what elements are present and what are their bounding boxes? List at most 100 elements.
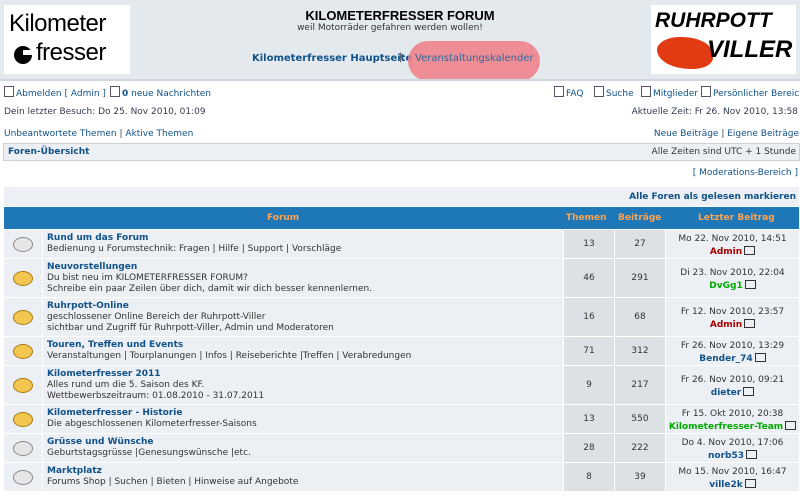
last-post-author[interactable]: Kilometerfresser-Team — [669, 422, 783, 432]
forum-status-icon — [13, 470, 33, 485]
goto-last-post-icon[interactable] — [744, 319, 756, 328]
nav-home-link[interactable]: Kilometerfresser Hauptseite — [252, 53, 412, 64]
ruhrpott-map-icon — [657, 37, 713, 69]
forum-info-cell: Touren, Treffen und Events Veranstaltung… — [43, 337, 563, 365]
forum-title-link[interactable]: Kilometerfresser 2011 — [47, 369, 161, 379]
topics-count: 13 — [583, 414, 595, 424]
personal-link[interactable]: Persönlicher Bereich — [713, 89, 800, 99]
forum-status-cell — [4, 259, 42, 297]
messages-link[interactable]: neue Nachrichten — [131, 89, 211, 99]
forum-title-link[interactable]: Kilometerfresser - Historie — [47, 408, 182, 418]
goto-last-post-icon[interactable] — [744, 246, 756, 255]
last-post-date: Fr 12. Nov 2010, 23:57 — [680, 307, 785, 317]
unanswered-topics-link[interactable]: Unbeantwortete Themen — [4, 129, 117, 139]
faq-item[interactable]: FAQ — [554, 86, 583, 99]
last-post-author[interactable]: norb53 — [708, 451, 744, 461]
last-post-cell: Mo 15. Nov 2010, 16:47 ville2k — [666, 463, 799, 491]
forum-title-link[interactable]: Rund um das Forum — [47, 233, 148, 243]
forum-row[interactable]: Kilometerfresser 2011 Alles rund um die … — [4, 366, 799, 405]
posts-count: 291 — [631, 273, 649, 283]
last-post-author[interactable]: Bender_74 — [699, 354, 752, 364]
members-item[interactable]: Mitglieder — [641, 86, 698, 99]
topics-count: 16 — [583, 312, 595, 322]
personal-item[interactable]: Persönlicher Bereich — [701, 86, 800, 99]
last-post-author[interactable]: DvGg1 — [709, 281, 742, 291]
last-post-author-wrap: Bender_74 — [666, 353, 799, 364]
forum-title-link[interactable]: Neuvorstellungen — [47, 262, 137, 272]
timezone-label: Alle Zeiten sind UTC + 1 Stunde — [651, 147, 796, 157]
posts-count: 27 — [634, 239, 646, 249]
site-header: Kilometer fresser KILOMETERFRESSER FORUM… — [0, 0, 800, 81]
forum-title-link[interactable]: Marktplatz — [47, 466, 102, 476]
last-post-author-wrap: Admin — [666, 319, 799, 330]
last-post-date: Mo 15. Nov 2010, 16:47 — [678, 467, 787, 477]
forum-row[interactable]: Marktplatz Forums Shop | Suchen | Bieten… — [4, 463, 799, 492]
members-link[interactable]: Mitglieder — [653, 89, 698, 99]
search-link[interactable]: Suche — [606, 89, 634, 99]
mark-all-read-link[interactable]: Alle Foren als gelesen markieren — [629, 192, 796, 202]
nav-separator: | — [399, 52, 403, 63]
forum-index-link[interactable]: Foren-Übersicht — [8, 147, 89, 157]
logout-link[interactable]: Abmelden [ Admin ] — [16, 89, 106, 99]
forum-status-cell — [4, 405, 42, 433]
forum-title-link[interactable]: Ruhrpott-Online — [47, 301, 129, 311]
last-post-author[interactable]: dieter — [711, 388, 741, 398]
members-icon — [641, 86, 651, 97]
forum-row[interactable]: Touren, Treffen und Events Veranstaltung… — [4, 337, 799, 366]
goto-last-post-icon[interactable] — [744, 479, 756, 488]
goto-last-post-icon[interactable] — [754, 353, 766, 362]
topics-count: 9 — [586, 380, 592, 390]
topics-count-cell: 13 — [564, 230, 614, 258]
last-post-author[interactable]: ville2k — [709, 480, 742, 490]
last-post-date: Do 4. Nov 2010, 17:06 — [681, 438, 784, 448]
messages-item[interactable]: 0 neue Nachrichten — [110, 86, 211, 99]
topics-count-cell: 71 — [564, 337, 614, 365]
forum-title-link[interactable]: Touren, Treffen und Events — [47, 340, 183, 350]
breadcrumb: Foren-Übersicht Alle Zeiten sind UTC + 1… — [3, 143, 800, 161]
last-post-author[interactable]: Admin — [710, 320, 742, 330]
last-post-author-wrap: norb53 — [666, 450, 799, 461]
forum-row[interactable]: Ruhrpott-Online geschlossener Online Ber… — [4, 298, 799, 337]
last-post-author-wrap: DvGg1 — [666, 280, 799, 291]
last-post-cell: Fr 12. Nov 2010, 23:57 Admin — [666, 298, 799, 336]
mark-read-bar: Alle Foren als gelesen markieren — [4, 187, 799, 206]
forum-status-cell — [4, 366, 42, 404]
search-item[interactable]: Suche — [594, 86, 634, 99]
topics-count-cell: 46 — [564, 259, 614, 297]
own-posts-link[interactable]: Eigene Beiträge — [727, 129, 799, 139]
faq-link[interactable]: FAQ — [566, 89, 583, 99]
header-divider — [0, 79, 800, 81]
nav-calendar-highlight[interactable]: Veranstaltungskalender — [408, 41, 540, 81]
new-posts-link[interactable]: Neue Beiträge — [654, 129, 719, 139]
forum-row[interactable]: Neuvorstellungen Du bist neu im KILOMETE… — [4, 259, 799, 298]
forum-description: Forums Shop | Suchen | Bieten | Hinweise… — [47, 477, 299, 487]
current-time: Aktuelle Zeit: Fr 26. Nov 2010, 13:58 — [631, 107, 798, 117]
last-post-cell: Fr 26. Nov 2010, 13:29 Bender_74 — [666, 337, 799, 365]
goto-last-post-icon[interactable] — [744, 280, 756, 289]
topics-count: 28 — [583, 443, 595, 453]
forum-row[interactable]: Grüsse und Wünsche Geburtstagsgrüsse |Ge… — [4, 434, 799, 463]
posts-count-cell: 222 — [615, 434, 665, 462]
forum-title-link[interactable]: Grüsse und Wünsche — [47, 437, 154, 447]
forum-status-icon — [13, 441, 33, 456]
forum-status-cell — [4, 337, 42, 365]
active-topics-link[interactable]: Aktive Themen — [125, 129, 193, 139]
message-count[interactable]: 0 — [122, 89, 128, 99]
posts-count: 550 — [631, 414, 649, 424]
last-post-cell: Di 23. Nov 2010, 22:04 DvGg1 — [666, 259, 799, 297]
topics-count: 46 — [583, 273, 595, 283]
moderation-link[interactable]: [ Moderations-Bereich ] — [693, 168, 798, 178]
forum-row[interactable]: Kilometerfresser - Historie Die abgeschl… — [4, 405, 799, 434]
last-post-author[interactable]: Admin — [710, 247, 742, 257]
forum-status-icon — [13, 344, 33, 359]
goto-last-post-icon[interactable] — [785, 421, 797, 430]
goto-last-post-icon[interactable] — [743, 387, 755, 396]
nav-calendar-link[interactable]: Veranstaltungskalender — [415, 53, 534, 64]
topics-count-cell: 8 — [564, 463, 614, 491]
ruhrpott-viller-logo[interactable]: RUHRPOTT VILLER — [651, 5, 796, 74]
posts-count-cell: 68 — [615, 298, 665, 336]
forum-row[interactable]: Rund um das Forum Bedienung u Forumstech… — [4, 230, 799, 259]
logout-item[interactable]: Abmelden [ Admin ] — [4, 86, 106, 99]
goto-last-post-icon[interactable] — [746, 450, 757, 459]
faq-icon — [554, 86, 564, 97]
